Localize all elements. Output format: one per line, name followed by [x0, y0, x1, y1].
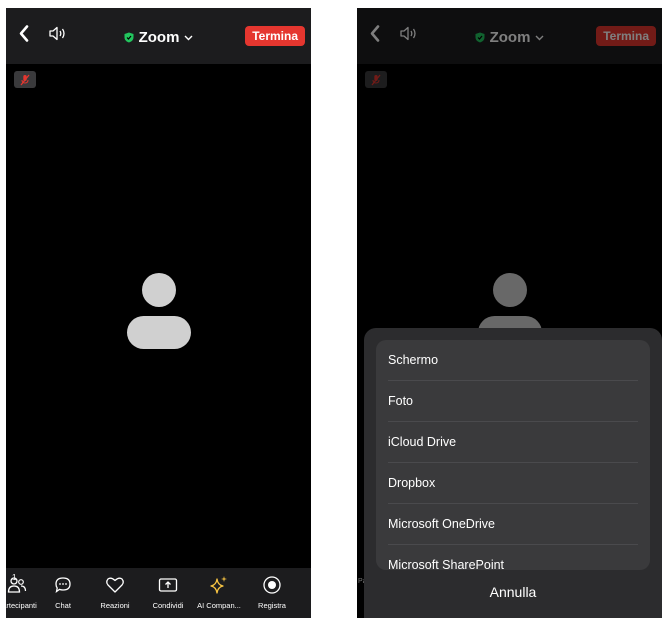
top-bar: Zoom Termina — [6, 8, 311, 64]
chat-icon — [54, 576, 72, 596]
share-action-sheet: Schermo Foto iCloud Drive Dropbox Micros… — [364, 328, 662, 618]
record-icon — [262, 575, 282, 597]
muted-mic-icon — [14, 71, 36, 88]
toolbar-label: Chat — [55, 601, 71, 610]
toolbar-label: Condividi — [152, 601, 184, 610]
chat-button[interactable]: Chat — [38, 574, 88, 610]
meeting-title: Zoom — [138, 29, 180, 46]
chevron-down-icon — [184, 28, 193, 45]
toolbar-label: AI Compan... — [197, 601, 241, 610]
reactions-button[interactable]: Reazioni — [90, 574, 140, 610]
share-screen-icon — [158, 576, 178, 596]
ai-companion-button[interactable]: AI Compan... — [194, 574, 244, 610]
ai-sparkle-icon — [209, 575, 229, 597]
meeting-toolbar: 1 Partecipanti Chat Reazioni Condividi A… — [6, 568, 311, 618]
participants-button[interactable]: 1 Partecipanti — [6, 573, 42, 610]
share-option-onedrive[interactable]: Microsoft OneDrive — [376, 504, 650, 545]
share-sheet-screen: Zoom Termina Pa Schermo Foto iCloud Driv… — [357, 8, 662, 618]
share-options-list: Schermo Foto iCloud Drive Dropbox Micros… — [376, 340, 650, 570]
participants-count: 1 — [12, 573, 17, 582]
toolbar-label: Registra — [258, 601, 286, 610]
share-button[interactable]: Condividi — [143, 574, 193, 610]
share-option-photos[interactable]: Foto — [376, 381, 650, 422]
participants-icon — [7, 576, 27, 596]
toolbar-label: Partecipanti — [6, 601, 37, 610]
share-option-screen[interactable]: Schermo — [376, 340, 650, 381]
toolbar-label: Reazioni — [100, 601, 130, 610]
share-option-sharepoint[interactable]: Microsoft SharePoint — [376, 545, 650, 570]
cancel-button[interactable]: Annulla — [364, 584, 662, 600]
share-option-icloud-drive[interactable]: iCloud Drive — [376, 422, 650, 463]
heart-icon — [105, 576, 125, 596]
avatar-placeholder-icon — [126, 273, 192, 354]
end-meeting-button[interactable]: Termina — [245, 26, 305, 46]
record-button[interactable]: Registra — [247, 574, 297, 610]
shield-icon — [124, 30, 134, 47]
meeting-screen: Zoom Termina 1 Partecipanti Chat Reazion… — [6, 8, 311, 618]
share-option-dropbox[interactable]: Dropbox — [376, 463, 650, 504]
